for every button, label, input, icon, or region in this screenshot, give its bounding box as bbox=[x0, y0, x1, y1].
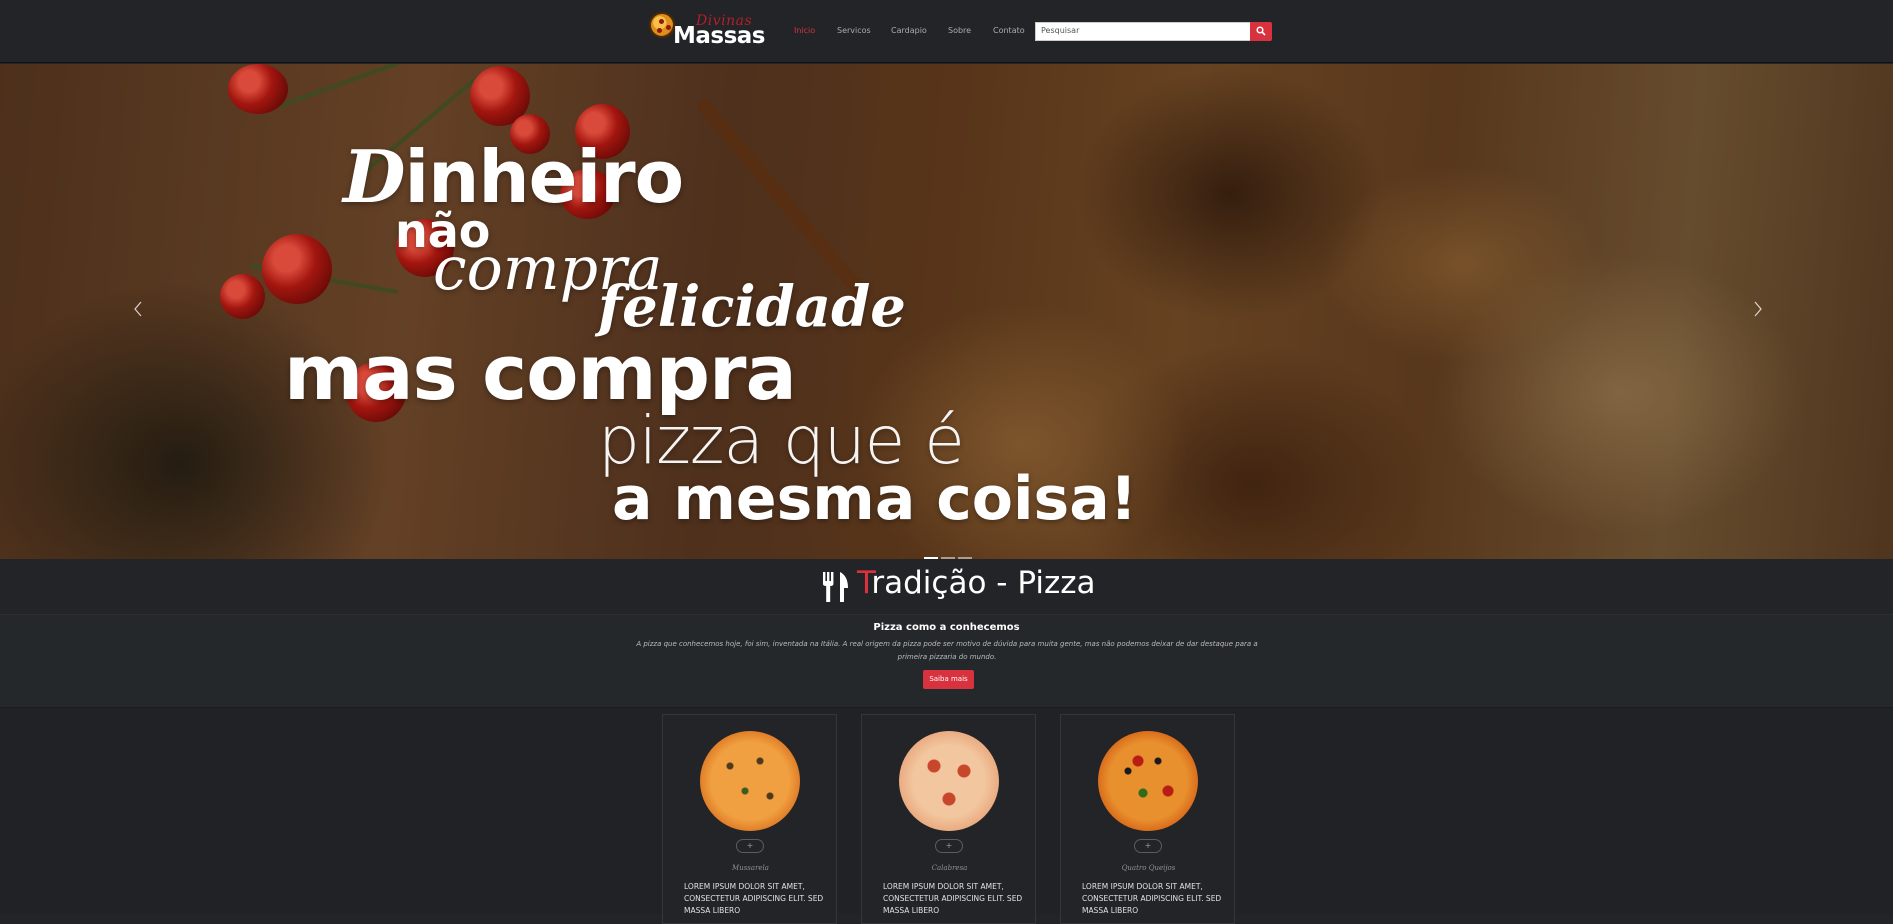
pizza-image bbox=[1098, 731, 1198, 831]
nav-sobre[interactable]: Sobre bbox=[948, 26, 971, 35]
card-name: Calabresa bbox=[931, 864, 968, 872]
search-button[interactable] bbox=[1250, 22, 1272, 41]
nav-inicio[interactable]: Inicio bbox=[794, 26, 815, 35]
brand-logo[interactable]: Divinas Massas bbox=[646, 9, 766, 49]
vine-stem bbox=[279, 64, 469, 108]
product-card: + Calabresa LOREM IPSUM DOLOR SIT AMET, … bbox=[861, 714, 1036, 924]
carousel-prev-button[interactable] bbox=[128, 297, 148, 321]
chevron-left-icon bbox=[134, 301, 142, 317]
tomato bbox=[220, 274, 265, 319]
carousel-indicators bbox=[924, 544, 975, 559]
search-input[interactable]: Pesquisar bbox=[1035, 22, 1251, 41]
search-icon bbox=[1256, 26, 1266, 36]
nav-cardapio[interactable]: Cardapio bbox=[891, 26, 927, 35]
card-description: LOREM IPSUM DOLOR SIT AMET, CONSECTETUR … bbox=[1082, 882, 1222, 915]
intro-text: A pizza que conhecemos hoje, foi sim, in… bbox=[636, 640, 1258, 661]
card-description: LOREM IPSUM DOLOR SIT AMET, CONSECTETUR … bbox=[684, 882, 824, 915]
add-button[interactable]: + bbox=[736, 839, 764, 853]
logo-main-text: Massas bbox=[673, 23, 766, 49]
quote-line-7: a mesma coisa! bbox=[612, 464, 1138, 534]
saiba-mais-button[interactable]: Saiba mais bbox=[923, 670, 974, 689]
nav-servicos[interactable]: Servicos bbox=[837, 26, 871, 35]
fork-knife-icon bbox=[823, 572, 848, 602]
tomato bbox=[262, 234, 332, 304]
pizza-image bbox=[700, 731, 800, 831]
pizza-logo-icon bbox=[649, 12, 675, 38]
navbar: Divinas Massas Inicio Servicos Cardapio … bbox=[0, 0, 1893, 63]
pizza-image bbox=[899, 731, 999, 831]
section-title: Tradição - Pizza bbox=[857, 565, 1096, 601]
add-button[interactable]: + bbox=[935, 839, 963, 853]
hero-carousel: Dinheiro não compra felicidade mas compr… bbox=[0, 64, 1893, 559]
card-name: Quatro Queijos bbox=[1121, 864, 1176, 872]
intro-heading: Pizza como a conhecemos bbox=[873, 622, 1020, 633]
tomato bbox=[228, 64, 288, 114]
card-name: Mussarela bbox=[732, 864, 769, 872]
chevron-right-icon bbox=[1754, 301, 1762, 317]
product-card: + Mussarela LOREM IPSUM DOLOR SIT AMET, … bbox=[662, 714, 837, 924]
product-card: + Quatro Queijos LOREM IPSUM DOLOR SIT A… bbox=[1060, 714, 1235, 924]
carousel-next-button[interactable] bbox=[1748, 297, 1768, 321]
add-button[interactable]: + bbox=[1134, 839, 1162, 853]
nav-contato[interactable]: Contato bbox=[993, 26, 1025, 35]
card-description: LOREM IPSUM DOLOR SIT AMET, CONSECTETUR … bbox=[883, 882, 1023, 915]
